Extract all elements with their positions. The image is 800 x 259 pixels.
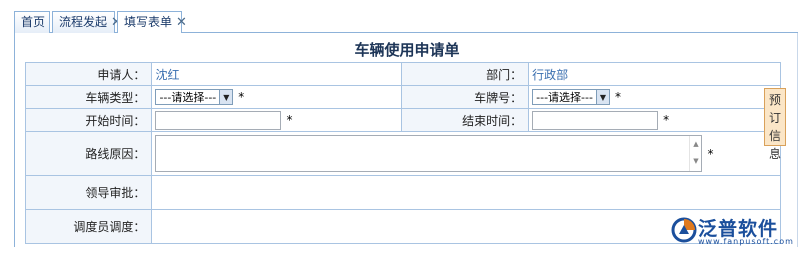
- required-mark: *: [707, 146, 714, 161]
- required-mark: *: [614, 90, 621, 104]
- required-mark: *: [238, 90, 245, 104]
- tab-fill-form[interactable]: 填写表单 ✕: [117, 11, 187, 34]
- department-value: 行政部: [528, 62, 781, 86]
- plate-label: 车牌号：: [401, 85, 530, 109]
- plate-selected: ---请选择---: [536, 91, 593, 104]
- leader-approval-label: 领导审批：: [24, 175, 153, 210]
- side-tab-char: 预: [768, 93, 781, 107]
- route-label: 路线原因：: [24, 131, 153, 176]
- side-tab-char: 订: [768, 111, 781, 125]
- department-label: 部门：: [401, 62, 530, 86]
- fanpu-logo: 泛普软件 www.fanpusoft.com: [668, 212, 794, 252]
- app-frame: 首页 流程发起✕ 填写表单✕ 车辆使用申请单 申请人： 沈红 部门： 行政部 车…: [0, 0, 800, 259]
- end-time-label: 结束时间：: [401, 108, 530, 132]
- tab-bar: 首页 流程发起✕ 填写表单✕: [14, 11, 798, 34]
- applicant-value: 沈红: [151, 62, 403, 86]
- end-time-input[interactable]: [532, 110, 659, 130]
- vehicle-type-label: 车辆类型：: [24, 85, 153, 109]
- side-tab-char: 信: [768, 129, 781, 143]
- vehicle-type-selected: ---请选择---: [159, 91, 217, 104]
- tab-fill-form-label: 填写表单: [124, 15, 173, 29]
- chevron-down-icon[interactable]: ▼: [219, 90, 233, 104]
- logo-icon: [671, 217, 697, 243]
- tab-home-label: 首页: [21, 15, 46, 29]
- plate-select[interactable]: ---请选择--- ▼: [532, 89, 610, 105]
- chevron-down-icon[interactable]: ▼: [595, 90, 609, 104]
- start-time-input[interactable]: [155, 110, 282, 130]
- applicant-label: 申请人：: [24, 62, 153, 86]
- side-tab-char: 息: [768, 147, 781, 161]
- tab-process-start[interactable]: 流程发起✕: [52, 11, 122, 33]
- leader-approval-value: [151, 175, 781, 210]
- booking-info-side-tab[interactable]: 预 订 信 息: [764, 88, 786, 161]
- route-textarea[interactable]: ▲ ▼: [155, 135, 703, 172]
- vehicle-type-select[interactable]: ---请选择--- ▼: [155, 89, 234, 105]
- required-mark: *: [286, 113, 293, 127]
- textarea-scrollbar[interactable]: ▲ ▼: [689, 136, 701, 171]
- required-mark: *: [663, 113, 670, 127]
- close-icon[interactable]: ✕: [176, 15, 187, 30]
- tab-home[interactable]: 首页: [14, 11, 50, 33]
- form-title: 车辆使用申请单: [354, 41, 460, 59]
- start-time-label: 开始时间：: [24, 108, 153, 132]
- dispatcher-label: 调度员调度：: [24, 209, 153, 244]
- logo-url: www.fanpusoft.com: [698, 237, 794, 246]
- tab-process-start-label: 流程发起: [59, 15, 108, 29]
